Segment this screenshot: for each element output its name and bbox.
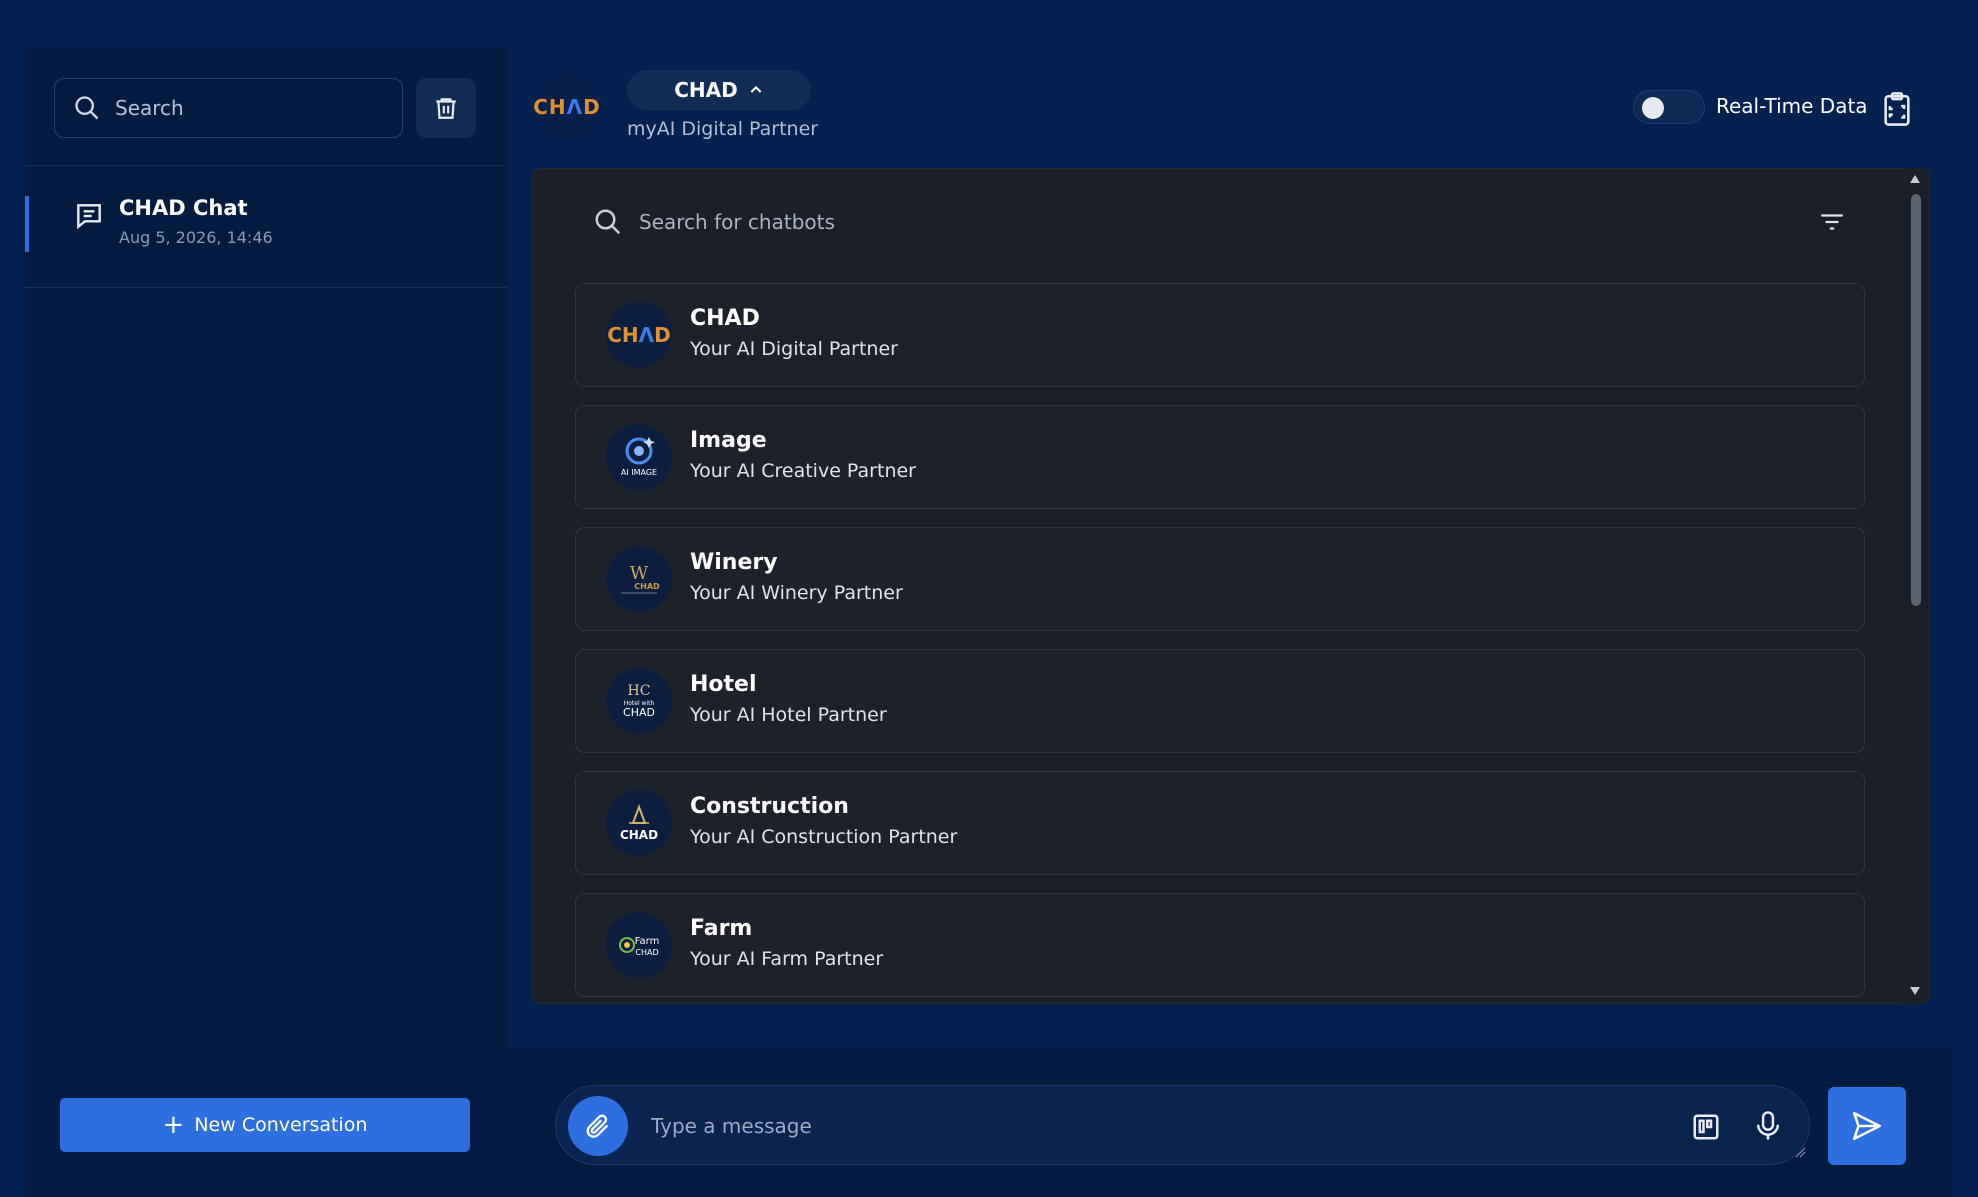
paperclip-icon (586, 1114, 609, 1138)
bot-name: Image (690, 428, 767, 453)
conversation-date: Aug 5, 2026, 14:46 (119, 228, 273, 247)
filter-icon[interactable] (1819, 211, 1845, 233)
bot-subtitle: myAI Digital Partner (627, 118, 819, 140)
hotel-logo-icon: HC Hotel with CHAD (606, 668, 672, 734)
search-icon (75, 96, 99, 120)
chad-logo-icon: CH Λ D (606, 302, 672, 368)
scroll-thumb[interactable] (1911, 194, 1921, 606)
conversation-search-input[interactable] (115, 96, 365, 120)
toggle-knob (1642, 97, 1664, 119)
winery-logo-icon: W CHAD (606, 546, 672, 612)
svg-text:HC: HC (628, 683, 651, 699)
chatbot-dropdown: Search for chatbots CH Λ D CHAD Your AI Di… (532, 168, 1930, 1004)
scroll-down-arrow-icon[interactable] (1909, 986, 1921, 996)
bot-name: Winery (690, 550, 778, 575)
svg-text:AI IMAGE: AI IMAGE (621, 468, 657, 477)
bot-card-winery[interactable]: W CHAD Winery Your AI Winery Partner (575, 527, 1865, 631)
bot-name: Construction (690, 794, 849, 819)
clipboard-icon[interactable] (1880, 90, 1914, 128)
send-button[interactable] (1828, 1087, 1906, 1165)
conversation-search[interactable] (54, 78, 403, 138)
ai-image-logo-icon: AI IMAGE (606, 424, 672, 490)
chatbot-search[interactable]: Search for chatbots (593, 207, 835, 237)
realtime-data-toggle[interactable] (1633, 90, 1705, 124)
scroll-up-arrow-icon[interactable] (1909, 174, 1921, 184)
resize-handle-icon[interactable] (1794, 1146, 1806, 1158)
bot-card-farm[interactable]: Farm CHAD Farm Your AI Farm Partner (575, 893, 1865, 997)
svg-text:CHAD: CHAD (623, 706, 655, 719)
attach-button[interactable] (568, 1096, 628, 1156)
farm-logo-icon: Farm CHAD (606, 912, 672, 978)
svg-text:CHAD: CHAD (620, 828, 658, 842)
bot-card-chad[interactable]: CH Λ D CHAD Your AI Digital Partner (575, 283, 1865, 387)
bot-card-construction[interactable]: CHAD Construction Your AI Construction P… (575, 771, 1865, 875)
new-conversation-label: New Conversation (194, 1114, 368, 1136)
construction-logo-icon: CHAD (606, 790, 672, 856)
dropdown-scrollbar[interactable] (1903, 168, 1927, 1004)
bot-description: Your AI Creative Partner (690, 460, 916, 482)
chad-logo-icon: CH Λ D (533, 74, 600, 140)
conversation-item[interactable]: CHAD Chat Aug 5, 2026, 14:46 (25, 166, 507, 288)
bot-name: Hotel (690, 672, 757, 697)
active-indicator (25, 196, 29, 252)
message-input[interactable] (651, 1108, 1551, 1144)
search-icon (595, 209, 621, 235)
plus-icon: + (162, 1110, 185, 1140)
conversation-title: CHAD Chat (119, 196, 248, 220)
chat-icon (77, 204, 101, 230)
bot-description: Your AI Construction Partner (690, 826, 958, 848)
message-composer (555, 1085, 1810, 1165)
svg-text:W: W (630, 563, 649, 584)
svg-text:Farm: Farm (635, 936, 660, 947)
bot-name: CHAD (690, 306, 760, 331)
svg-text:CHAD: CHAD (634, 582, 660, 591)
bot-name: Farm (690, 916, 753, 941)
bot-description: Your AI Farm Partner (690, 948, 884, 970)
bot-description: Your AI Winery Partner (690, 582, 903, 604)
new-conversation-button[interactable]: + New Conversation (60, 1098, 470, 1152)
realtime-data-label: Real-Time Data (1716, 94, 1868, 118)
bot-selector-label: CHAD (674, 78, 738, 102)
chat-header: CH Λ D CHAD myAI Digital Partner Real-Time… (507, 48, 1953, 166)
chevron-up-icon (750, 85, 762, 93)
sidebar-header (25, 48, 507, 166)
trash-icon (436, 98, 456, 119)
kanban-icon[interactable] (1691, 1112, 1721, 1142)
sidebar: CHAD Chat Aug 5, 2026, 14:46 + New Conve… (25, 48, 507, 1197)
microphone-icon[interactable] (1753, 1110, 1783, 1142)
bot-card-image[interactable]: AI IMAGE Image Your AI Creative Partner (575, 405, 1865, 509)
bot-card-hotel[interactable]: HC Hotel with CHAD Hotel Your AI Hotel Par… (575, 649, 1865, 753)
svg-text:CHAD: CHAD (635, 948, 658, 957)
bot-description: Your AI Hotel Partner (690, 704, 887, 726)
delete-conversations-button[interactable] (416, 78, 476, 138)
bot-description: Your AI Digital Partner (690, 338, 898, 360)
bot-selector-button[interactable]: CHAD (627, 70, 811, 110)
send-icon (1852, 1111, 1882, 1141)
chatbot-search-placeholder[interactable]: Search for chatbots (639, 210, 835, 234)
